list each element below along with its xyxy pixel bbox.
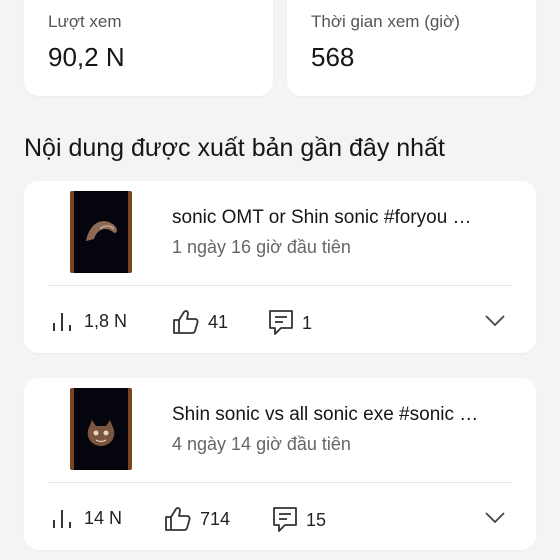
likes-metric-1: 41 [172, 309, 228, 335]
thumbs-up-icon [173, 310, 199, 334]
thumbnail-image-2 [74, 388, 128, 470]
comments-metric-1: 1 [268, 309, 312, 337]
video-card-1[interactable]: sonic OMT or Shin sonic #foryou … 1 ngày… [24, 181, 536, 353]
video-title-2[interactable]: Shin sonic vs all sonic exe #sonic … [172, 404, 512, 426]
watch-time-stat-card[interactable]: Thời gian xem (giờ) 568 [287, 0, 536, 96]
views-metric-1: 1,8 N [50, 309, 127, 333]
comments-count-2: 15 [306, 509, 327, 530]
expand-button-1[interactable] [484, 309, 506, 336]
video-card-2[interactable]: Shin sonic vs all sonic exe #sonic … 4 n… [24, 378, 536, 550]
comment-icon [269, 310, 293, 335]
chevron-down-icon [485, 315, 505, 327]
comment-icon [273, 507, 297, 532]
watch-time-value: 568 [311, 42, 355, 72]
bar-chart-icon [53, 313, 71, 331]
views-count-1: 1,8 N [84, 310, 128, 331]
video-thumbnail-2[interactable] [70, 388, 132, 470]
video-title-1[interactable]: sonic OMT or Shin sonic #foryou … [172, 207, 512, 229]
views-metric-2: 14 N [50, 506, 122, 530]
views-stat-card[interactable]: Lượt xem 90,2 N [24, 0, 273, 96]
expand-button-2[interactable] [484, 506, 506, 533]
views-label: Lượt xem [48, 12, 122, 31]
views-value: 90,2 N [48, 42, 125, 72]
likes-metric-2: 714 [164, 506, 230, 532]
video-subtitle-1: 1 ngày 16 giờ đầu tiên [172, 237, 351, 257]
watch-time-label: Thời gian xem (giờ) [311, 12, 460, 31]
views-count-2: 14 N [84, 507, 123, 528]
video-thumbnail-1[interactable] [70, 191, 132, 273]
likes-count-1: 41 [208, 311, 229, 332]
chevron-down-icon [485, 512, 505, 524]
divider [48, 285, 512, 286]
video-subtitle-2: 4 ngày 14 giờ đầu tiên [172, 434, 351, 454]
thumbnail-image-1 [74, 191, 128, 273]
likes-count-2: 714 [200, 508, 231, 529]
section-title: Nội dung được xuất bản gần đây nhất [24, 134, 445, 162]
comments-metric-2: 15 [272, 506, 326, 534]
thumbs-up-icon [165, 507, 191, 531]
bar-chart-icon [53, 510, 71, 528]
divider [48, 482, 512, 483]
comments-count-1: 1 [302, 312, 313, 333]
